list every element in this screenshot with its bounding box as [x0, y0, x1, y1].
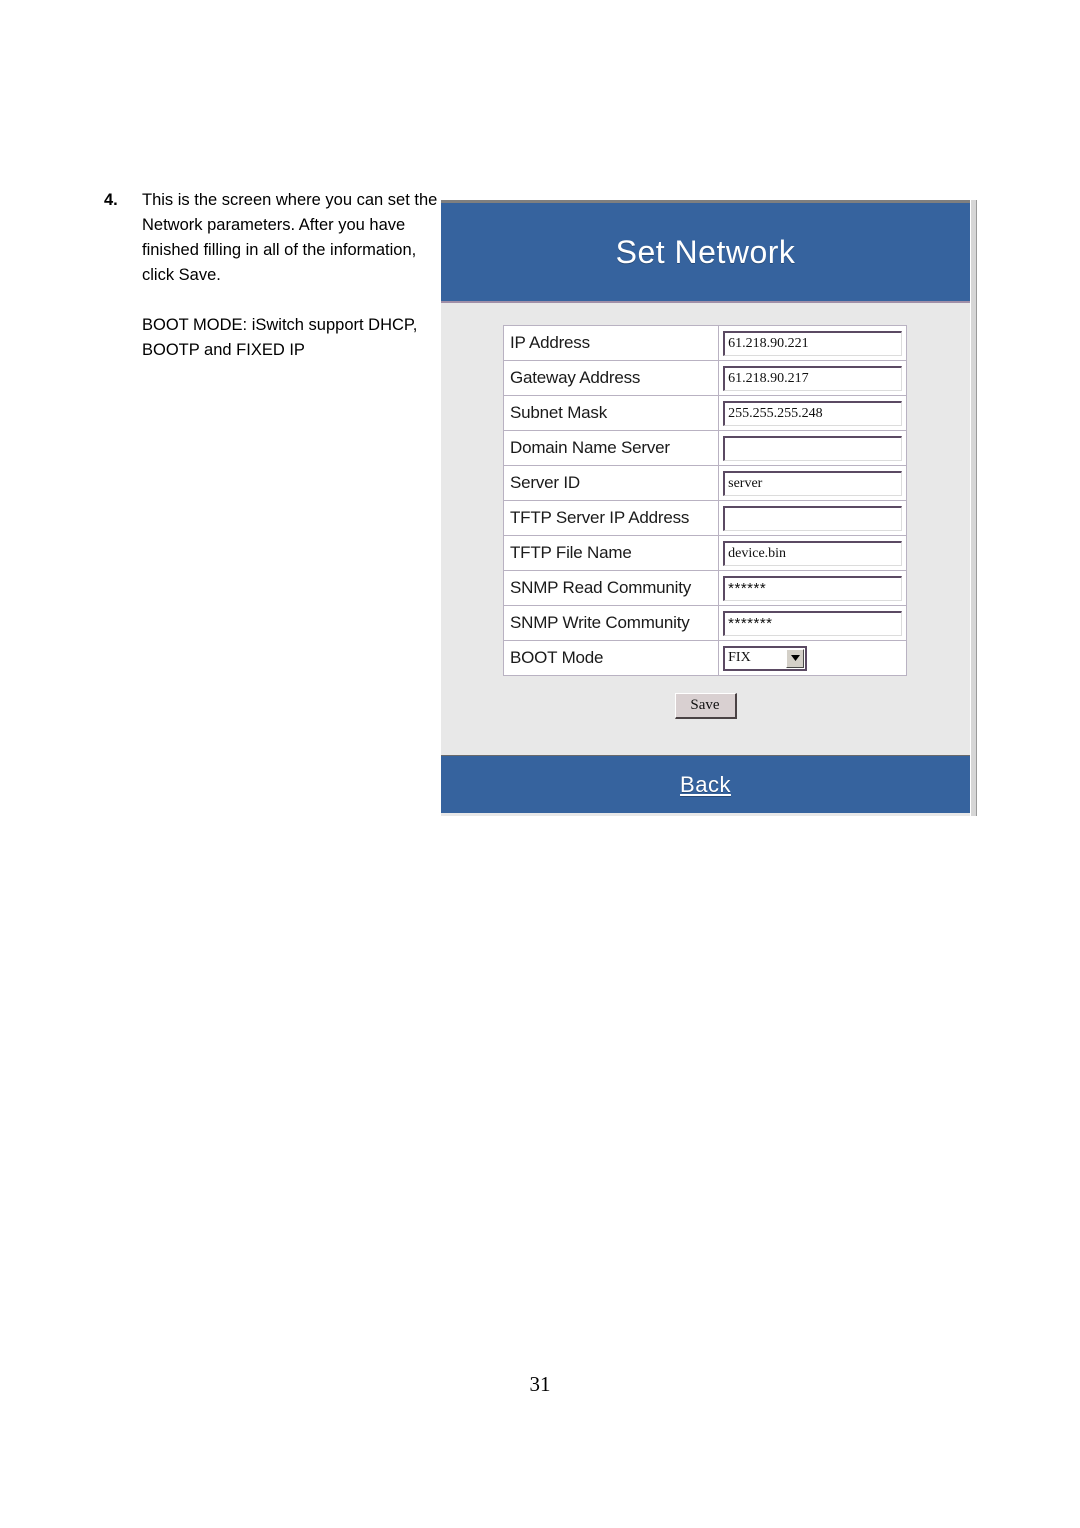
step-number: 4. [104, 191, 118, 209]
field-cell-snmp-read-community: ****** [718, 570, 907, 606]
field-cell-gateway-address: 61.218.90.217 [718, 360, 907, 396]
label-domain-name-server: Domain Name Server [502, 430, 720, 466]
step-text-body: This is the screen where you can set the… [142, 188, 444, 363]
network-settings-rows: IP Address 61.218.90.221 Gateway Address… [502, 325, 907, 676]
field-cell-snmp-write-community: ******* [718, 605, 907, 641]
save-button-row: Save [441, 693, 970, 719]
label-subnet-mask: Subnet Mask [502, 395, 720, 431]
tftp-file-name-input[interactable]: device.bin [723, 540, 902, 566]
table-row: BOOT Mode FIX [502, 640, 907, 676]
set-network-screenshot: Set Network IP Address 61.218.90.221 Gat… [441, 200, 977, 816]
instruction-step: 4. This is the screen where you can set … [104, 188, 444, 363]
label-tftp-file-name: TFTP File Name [502, 535, 720, 571]
step-paragraph: This is the screen where you can set the… [142, 191, 438, 284]
table-row: Server ID server [502, 465, 907, 501]
page-number: 31 [529, 1372, 551, 1396]
label-ip-address: IP Address [502, 325, 720, 361]
label-snmp-read-community: SNMP Read Community [502, 570, 720, 606]
label-server-id: Server ID [502, 465, 720, 501]
label-snmp-write-community: SNMP Write Community [502, 605, 720, 641]
field-cell-subnet-mask: 255.255.255.248 [718, 395, 907, 431]
table-row: TFTP Server IP Address [502, 500, 907, 536]
chevron-down-icon[interactable] [786, 648, 805, 668]
field-cell-boot-mode: FIX [718, 640, 907, 676]
ip-address-input[interactable]: 61.218.90.221 [723, 330, 902, 356]
table-row: Subnet Mask 255.255.255.248 [502, 395, 907, 431]
back-link[interactable]: Back [680, 772, 731, 798]
boot-mode-note: BOOT MODE: iSwitch support DHCP, BOOTP a… [142, 316, 418, 359]
page-footer: Back [441, 755, 970, 813]
label-gateway-address: Gateway Address [502, 360, 720, 396]
boot-mode-select[interactable]: FIX [723, 645, 808, 671]
table-row: TFTP File Name device.bin [502, 535, 907, 571]
table-row: SNMP Read Community ****** [502, 570, 907, 606]
table-row: Domain Name Server [502, 430, 907, 466]
snmp-write-community-input[interactable]: ******* [723, 610, 902, 636]
table-row: IP Address 61.218.90.221 [502, 325, 907, 361]
label-tftp-server-ip-address: TFTP Server IP Address [502, 500, 720, 536]
label-boot-mode: BOOT Mode [502, 640, 720, 676]
subnet-mask-input[interactable]: 255.255.255.248 [723, 400, 902, 426]
field-cell-tftp-server-ip-address [718, 500, 907, 536]
field-cell-domain-name-server [718, 430, 907, 466]
boot-mode-selected-value: FIX [728, 650, 751, 665]
save-button[interactable]: Save [674, 693, 737, 719]
server-id-input[interactable]: server [723, 470, 902, 496]
page-title: Set Network [615, 233, 796, 270]
field-cell-tftp-file-name: device.bin [718, 535, 907, 571]
table-row: Gateway Address 61.218.90.217 [502, 360, 907, 396]
gateway-address-input[interactable]: 61.218.90.217 [723, 365, 902, 391]
field-cell-server-id: server [718, 465, 907, 501]
snmp-read-community-input[interactable]: ****** [723, 575, 902, 601]
page-header: Set Network [441, 203, 970, 301]
network-settings-table: IP Address 61.218.90.221 Gateway Address… [502, 325, 907, 676]
domain-name-server-input[interactable] [723, 435, 902, 461]
table-row: SNMP Write Community ******* [502, 605, 907, 641]
panel-scrollbar[interactable] [970, 200, 977, 816]
field-cell-ip-address: 61.218.90.221 [718, 325, 907, 361]
tftp-server-ip-address-input[interactable] [723, 505, 902, 531]
page-body: IP Address 61.218.90.221 Gateway Address… [441, 303, 970, 755]
instruction-block: 4. This is the screen where you can set … [104, 188, 444, 363]
